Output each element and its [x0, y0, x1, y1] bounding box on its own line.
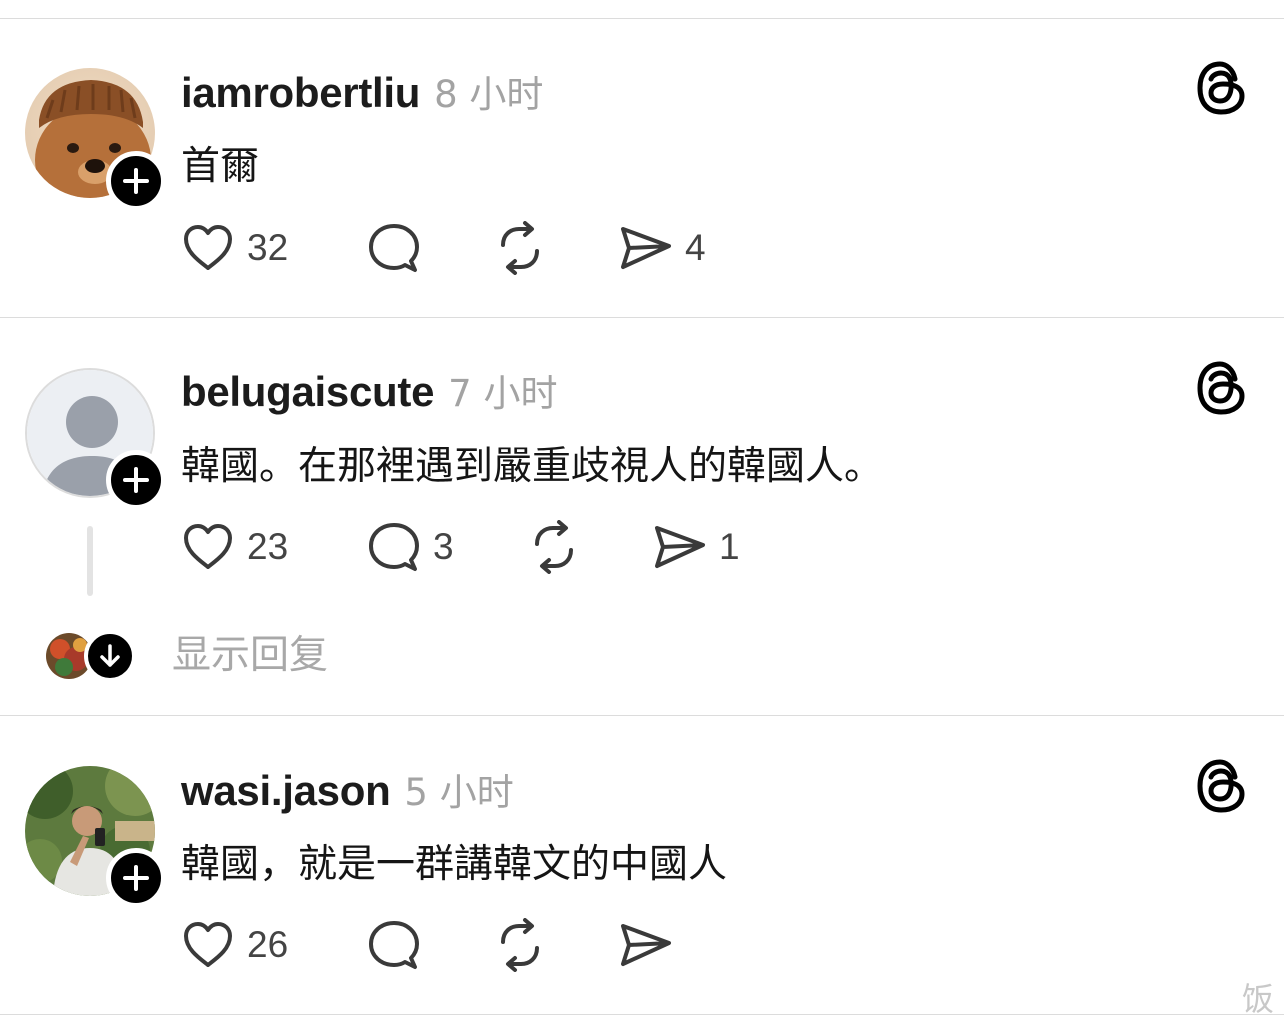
share-button[interactable]: 4 — [619, 220, 706, 276]
repost-button[interactable] — [527, 519, 581, 575]
follow-button[interactable] — [106, 848, 166, 908]
like-count: 26 — [247, 924, 289, 965]
post-item[interactable]: iamrobertliu 8 小时 首爾 32 4 — [0, 0, 1284, 318]
watermark: 饭 — [870, 975, 1284, 1029]
watermark-text: 饭 — [1241, 980, 1274, 1018]
comment-button[interactable] — [367, 917, 433, 973]
action-bar: 23 3 1 — [181, 519, 881, 575]
post-text: 韓國。在那裡遇到嚴重歧視人的韓國人。 — [181, 444, 884, 489]
repost-button[interactable] — [493, 220, 547, 276]
show-replies-row[interactable]: 显示回复 — [0, 626, 600, 686]
thread-line — [87, 526, 93, 596]
timestamp: 8 小时 — [434, 73, 544, 116]
share-count: 1 — [719, 526, 740, 567]
comment-button[interactable] — [367, 220, 433, 276]
post-header: belugaiscute 7 小时 — [181, 363, 557, 417]
username[interactable]: belugaiscute — [181, 368, 434, 416]
comment-count: 3 — [433, 526, 454, 567]
action-bar: 26 — [181, 917, 881, 973]
like-count: 23 — [247, 526, 289, 567]
post-item[interactable]: belugaiscute 7 小时 韓國。在那裡遇到嚴重歧視人的韓國人。 23 … — [0, 318, 1284, 715]
share-button[interactable] — [619, 917, 685, 973]
repost-icon — [535, 520, 573, 574]
timestamp: 7 小时 — [448, 372, 558, 415]
like-button[interactable]: 26 — [181, 917, 288, 973]
show-replies-link[interactable]: 显示回复 — [172, 626, 328, 686]
share-icon — [655, 526, 705, 568]
like-count: 32 — [247, 227, 289, 268]
comment-icon — [369, 523, 419, 571]
heart-icon — [184, 922, 232, 967]
follow-button[interactable] — [106, 450, 166, 510]
share-count: 4 — [685, 227, 706, 268]
post-text: 首爾 — [181, 144, 260, 189]
arrow-down-icon — [100, 644, 120, 667]
comment-icon — [369, 224, 419, 272]
action-bar: 32 4 — [181, 220, 881, 276]
like-button[interactable]: 32 — [181, 220, 288, 276]
plus-icon — [123, 168, 149, 194]
repost-button[interactable] — [493, 917, 547, 973]
threads-icon[interactable] — [1196, 758, 1246, 814]
heart-icon — [184, 225, 232, 270]
username[interactable]: iamrobertliu — [181, 69, 420, 117]
post-header: wasi.jason 5 小时 — [181, 762, 514, 816]
post-item[interactable]: wasi.jason 5 小时 韓國，就是一群講韓文的中國人 26 — [0, 716, 1284, 1016]
heart-icon — [184, 524, 232, 569]
plus-icon — [123, 467, 149, 493]
post-header: iamrobertliu 8 小时 — [181, 64, 543, 118]
share-icon — [621, 227, 671, 269]
username[interactable]: wasi.jason — [181, 767, 391, 815]
threads-icon[interactable] — [1196, 360, 1246, 416]
follow-button[interactable] — [106, 151, 166, 211]
comment-button[interactable]: 3 — [367, 519, 454, 575]
like-button[interactable]: 23 — [181, 519, 288, 575]
repost-icon — [501, 221, 539, 275]
comment-icon — [369, 921, 419, 969]
expand-replies-button[interactable] — [84, 630, 136, 682]
plus-icon — [123, 865, 149, 891]
post-text: 韓國，就是一群講韓文的中國人 — [181, 842, 728, 887]
share-button[interactable]: 1 — [653, 519, 740, 575]
threads-icon[interactable] — [1196, 60, 1246, 116]
repost-icon — [501, 918, 539, 972]
timestamp: 5 小时 — [404, 771, 514, 814]
share-icon — [621, 924, 671, 966]
